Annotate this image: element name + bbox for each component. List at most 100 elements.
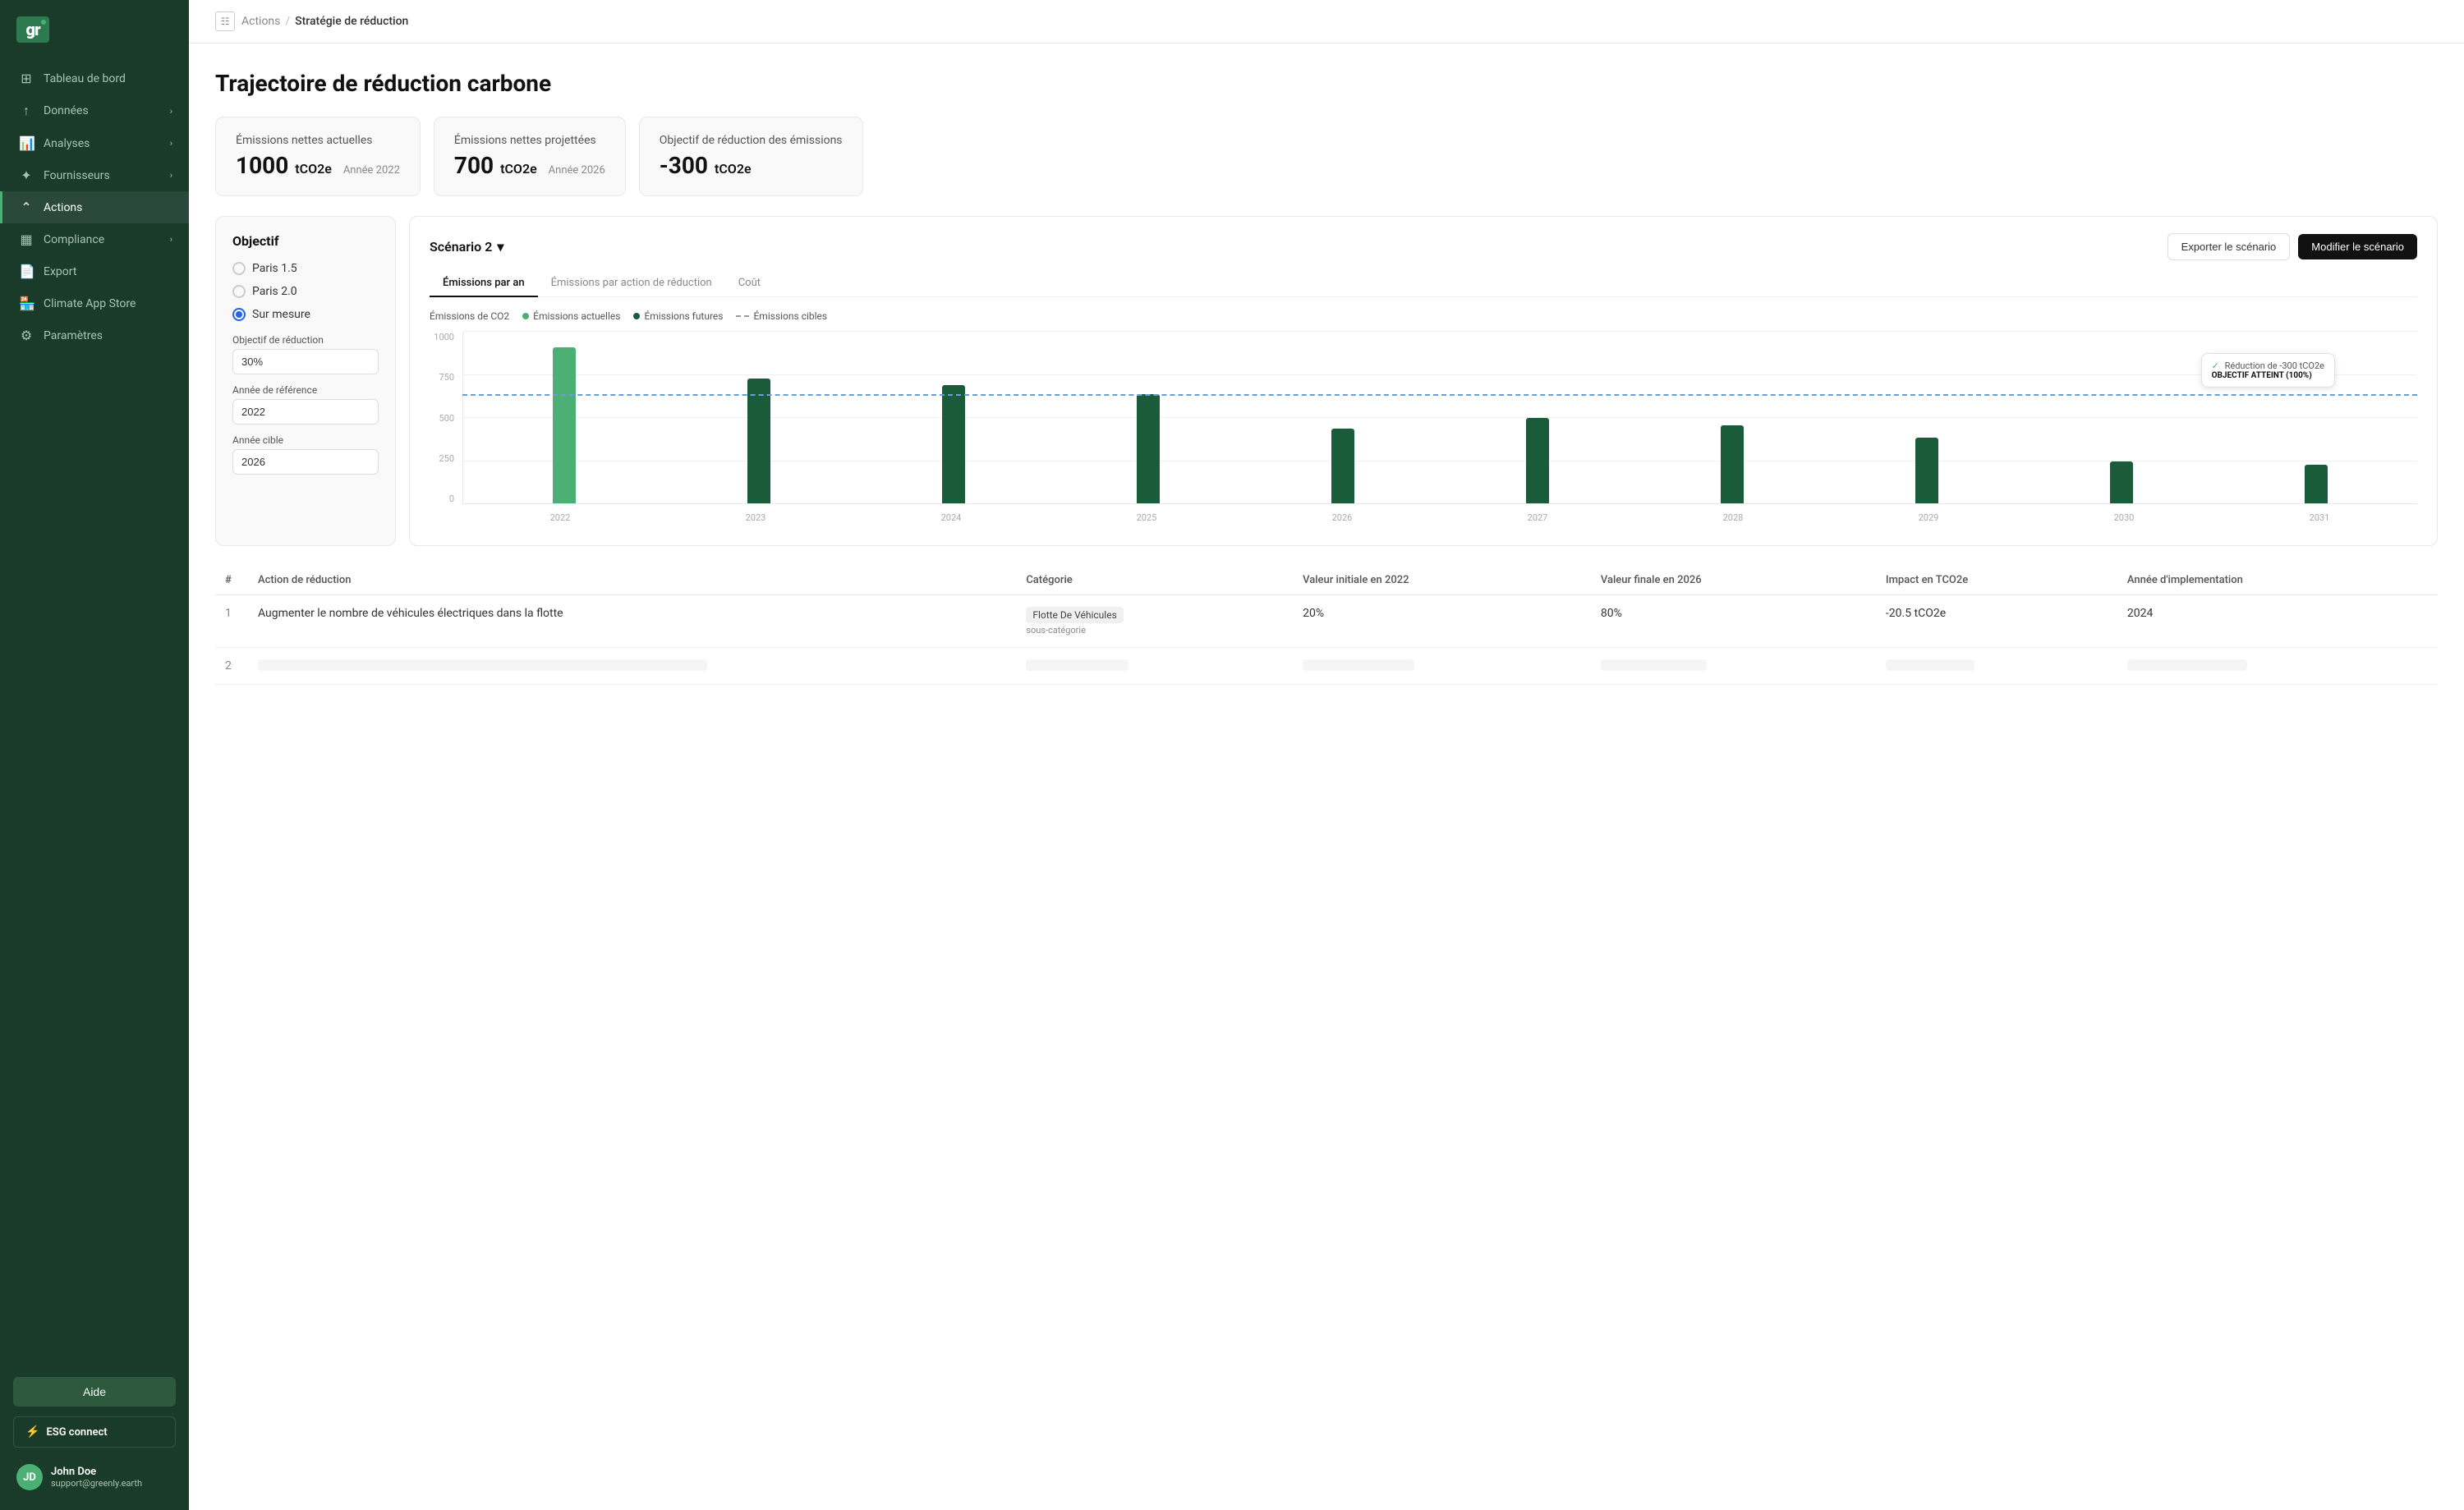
sidebar-bottom: Aide ⚡ ESG connect JD John Doe support@g…	[0, 1364, 189, 1510]
nav-label-actions: Actions	[44, 201, 82, 214]
x-label: 2028	[1635, 507, 1831, 529]
kpi-label-1: Émissions nettes projettées	[454, 134, 605, 147]
sidebar-item-parametres[interactable]: ⚙ Paramètres	[0, 319, 189, 351]
sidebar-item-tableau[interactable]: ⊞ Tableau de bord	[0, 62, 189, 94]
actions-table: #Action de réductionCatégorieValeur init…	[215, 566, 2438, 685]
nav-icon-analyses: 📊	[19, 135, 34, 151]
row-action: Augmenter le nombre de véhicules électri…	[248, 595, 1016, 648]
nav-icon-parametres: ⚙	[19, 328, 34, 343]
chart-header: Scénario 2 ▾ Exporter le scénario Modifi…	[430, 233, 2417, 260]
kpi-label-2: Objectif de réduction des émissions	[660, 134, 843, 147]
radio-paris20[interactable]: Paris 2.0	[232, 285, 379, 298]
tab-cout[interactable]: Coût	[725, 270, 774, 297]
table-col-header: Action de réduction	[248, 566, 1016, 595]
help-button[interactable]: Aide	[13, 1377, 176, 1407]
chart-tabs: Émissions par anÉmissions par action de …	[430, 270, 2417, 297]
tab-emissions_par_action[interactable]: Émissions par action de réduction	[538, 270, 725, 297]
y-label: 1000	[434, 332, 454, 342]
nav-label-parametres: Paramètres	[44, 329, 103, 342]
bar	[747, 379, 770, 503]
sidebar: gr ⊞ Tableau de bord ↑ Données › 📊 Analy…	[0, 0, 189, 1510]
scenario-selector[interactable]: Scénario 2 ▾	[430, 239, 503, 255]
future-dot	[633, 313, 640, 319]
sidebar-item-actions[interactable]: ⌃ Actions	[0, 191, 189, 223]
chart-legend: Émissions de CO2 Émissions actuelles Émi…	[430, 310, 2417, 322]
row-year-skeleton	[2117, 648, 2438, 685]
legend-actual: Émissions actuelles	[522, 310, 620, 322]
future-label: Émissions futures	[644, 310, 723, 322]
nav-icon-climate: 🏪	[19, 296, 34, 311]
bar	[1137, 394, 1160, 503]
radio-label-paris20: Paris 2.0	[252, 285, 297, 298]
kpi-year-0: Année 2022	[343, 164, 400, 177]
target-year-label: Année cible	[232, 434, 379, 446]
y-label: 750	[439, 372, 454, 383]
table-header: #Action de réductionCatégorieValeur init…	[215, 566, 2438, 595]
chart-panel: Scénario 2 ▾ Exporter le scénario Modifi…	[409, 216, 2438, 546]
legend-target: Émissions cibles	[736, 310, 827, 322]
chevron-icon: ›	[170, 234, 172, 245]
sidebar-item-export[interactable]: 📄 Export	[0, 255, 189, 287]
x-label: 2025	[1049, 507, 1244, 529]
row-action-skeleton	[248, 648, 1016, 685]
y-label: 250	[439, 453, 454, 464]
sidebar-item-donnees[interactable]: ↑ Données ›	[0, 94, 189, 127]
breadcrumb-current: Stratégie de réduction	[295, 15, 408, 28]
bar	[1526, 418, 1549, 504]
breadcrumb-parent[interactable]: Actions	[241, 15, 280, 28]
reference-input[interactable]	[232, 399, 379, 425]
bar-group	[859, 332, 1049, 503]
export-scenario-button[interactable]: Exporter le scénario	[2167, 233, 2291, 260]
radio-circle-paris20	[232, 285, 246, 298]
sidebar-item-compliance[interactable]: ▦ Compliance ›	[0, 223, 189, 255]
lower-row: Objectif Paris 1.5 Paris 2.0 Sur mesure …	[215, 216, 2438, 546]
nav-icon-actions: ⌃	[19, 200, 34, 215]
chevron-icon: ›	[170, 138, 172, 149]
x-label: 2027	[1440, 507, 1635, 529]
target-year-input[interactable]	[232, 449, 379, 475]
bar-chart-area: 10007505002500 ✓ Réduction de -300 tCO2e…	[430, 332, 2417, 529]
row-initial-value: 20%	[1293, 595, 1591, 648]
breadcrumb-separator: /	[285, 15, 290, 28]
esg-connect-label: ESG connect	[46, 1426, 107, 1439]
tab-emissions_par_an[interactable]: Émissions par an	[430, 270, 538, 297]
x-label: 2022	[462, 507, 658, 529]
reduction-label: Objectif de réduction	[232, 334, 379, 346]
table-body: 1 Augmenter le nombre de véhicules élect…	[215, 595, 2438, 685]
chevron-icon: ›	[170, 106, 172, 117]
sidebar-toggle[interactable]: ☷	[215, 11, 235, 31]
radio-sur_mesure[interactable]: Sur mesure	[232, 308, 379, 321]
sidebar-item-analyses[interactable]: 📊 Analyses ›	[0, 127, 189, 159]
subcategory-label: sous-catégorie	[1026, 625, 1283, 636]
kpi-card-0: Émissions nettes actuelles 1000 tCO2e An…	[215, 117, 421, 196]
user-email: support@greenly.earth	[51, 1478, 142, 1489]
sidebar-item-fournisseurs[interactable]: ✦ Fournisseurs ›	[0, 159, 189, 191]
bars-container	[462, 332, 2417, 504]
y-label: 500	[439, 413, 454, 424]
skeleton	[1026, 659, 1129, 671]
main-content: ☷ Actions / Stratégie de réduction Traje…	[189, 0, 2464, 1510]
x-labels: 2022202320242025202620272028202920302031	[462, 507, 2417, 529]
radio-circle-paris15	[232, 262, 246, 275]
kpi-card-2: Objectif de réduction des émissions -300…	[639, 117, 863, 196]
reduction-input[interactable]	[232, 349, 379, 374]
modify-scenario-button[interactable]: Modifier le scénario	[2298, 234, 2417, 259]
x-label: 2031	[2222, 507, 2417, 529]
row-category-skeleton	[1016, 648, 1293, 685]
skeleton	[2127, 659, 2247, 671]
table-row: 1 Augmenter le nombre de véhicules élect…	[215, 595, 2438, 648]
target-dash	[736, 315, 749, 317]
kpi-unit-0: tCO2e	[295, 161, 332, 177]
bar-group	[1443, 332, 1633, 503]
kpi-year-1: Année 2026	[549, 164, 605, 177]
bar-group	[2221, 332, 2411, 503]
table-col-header: Année d'implementation	[2117, 566, 2438, 595]
nav-label-fournisseurs: Fournisseurs	[44, 169, 110, 182]
page-content: Trajectoire de réduction carbone Émissio…	[189, 44, 2464, 1510]
radio-group: Paris 1.5 Paris 2.0 Sur mesure	[232, 262, 379, 321]
actual-dot	[522, 313, 529, 319]
table-col-header: Valeur finale en 2026	[1591, 566, 1876, 595]
sidebar-item-climate[interactable]: 🏪 Climate App Store	[0, 287, 189, 319]
radio-paris15[interactable]: Paris 1.5	[232, 262, 379, 275]
y-axis: 10007505002500	[430, 332, 459, 504]
